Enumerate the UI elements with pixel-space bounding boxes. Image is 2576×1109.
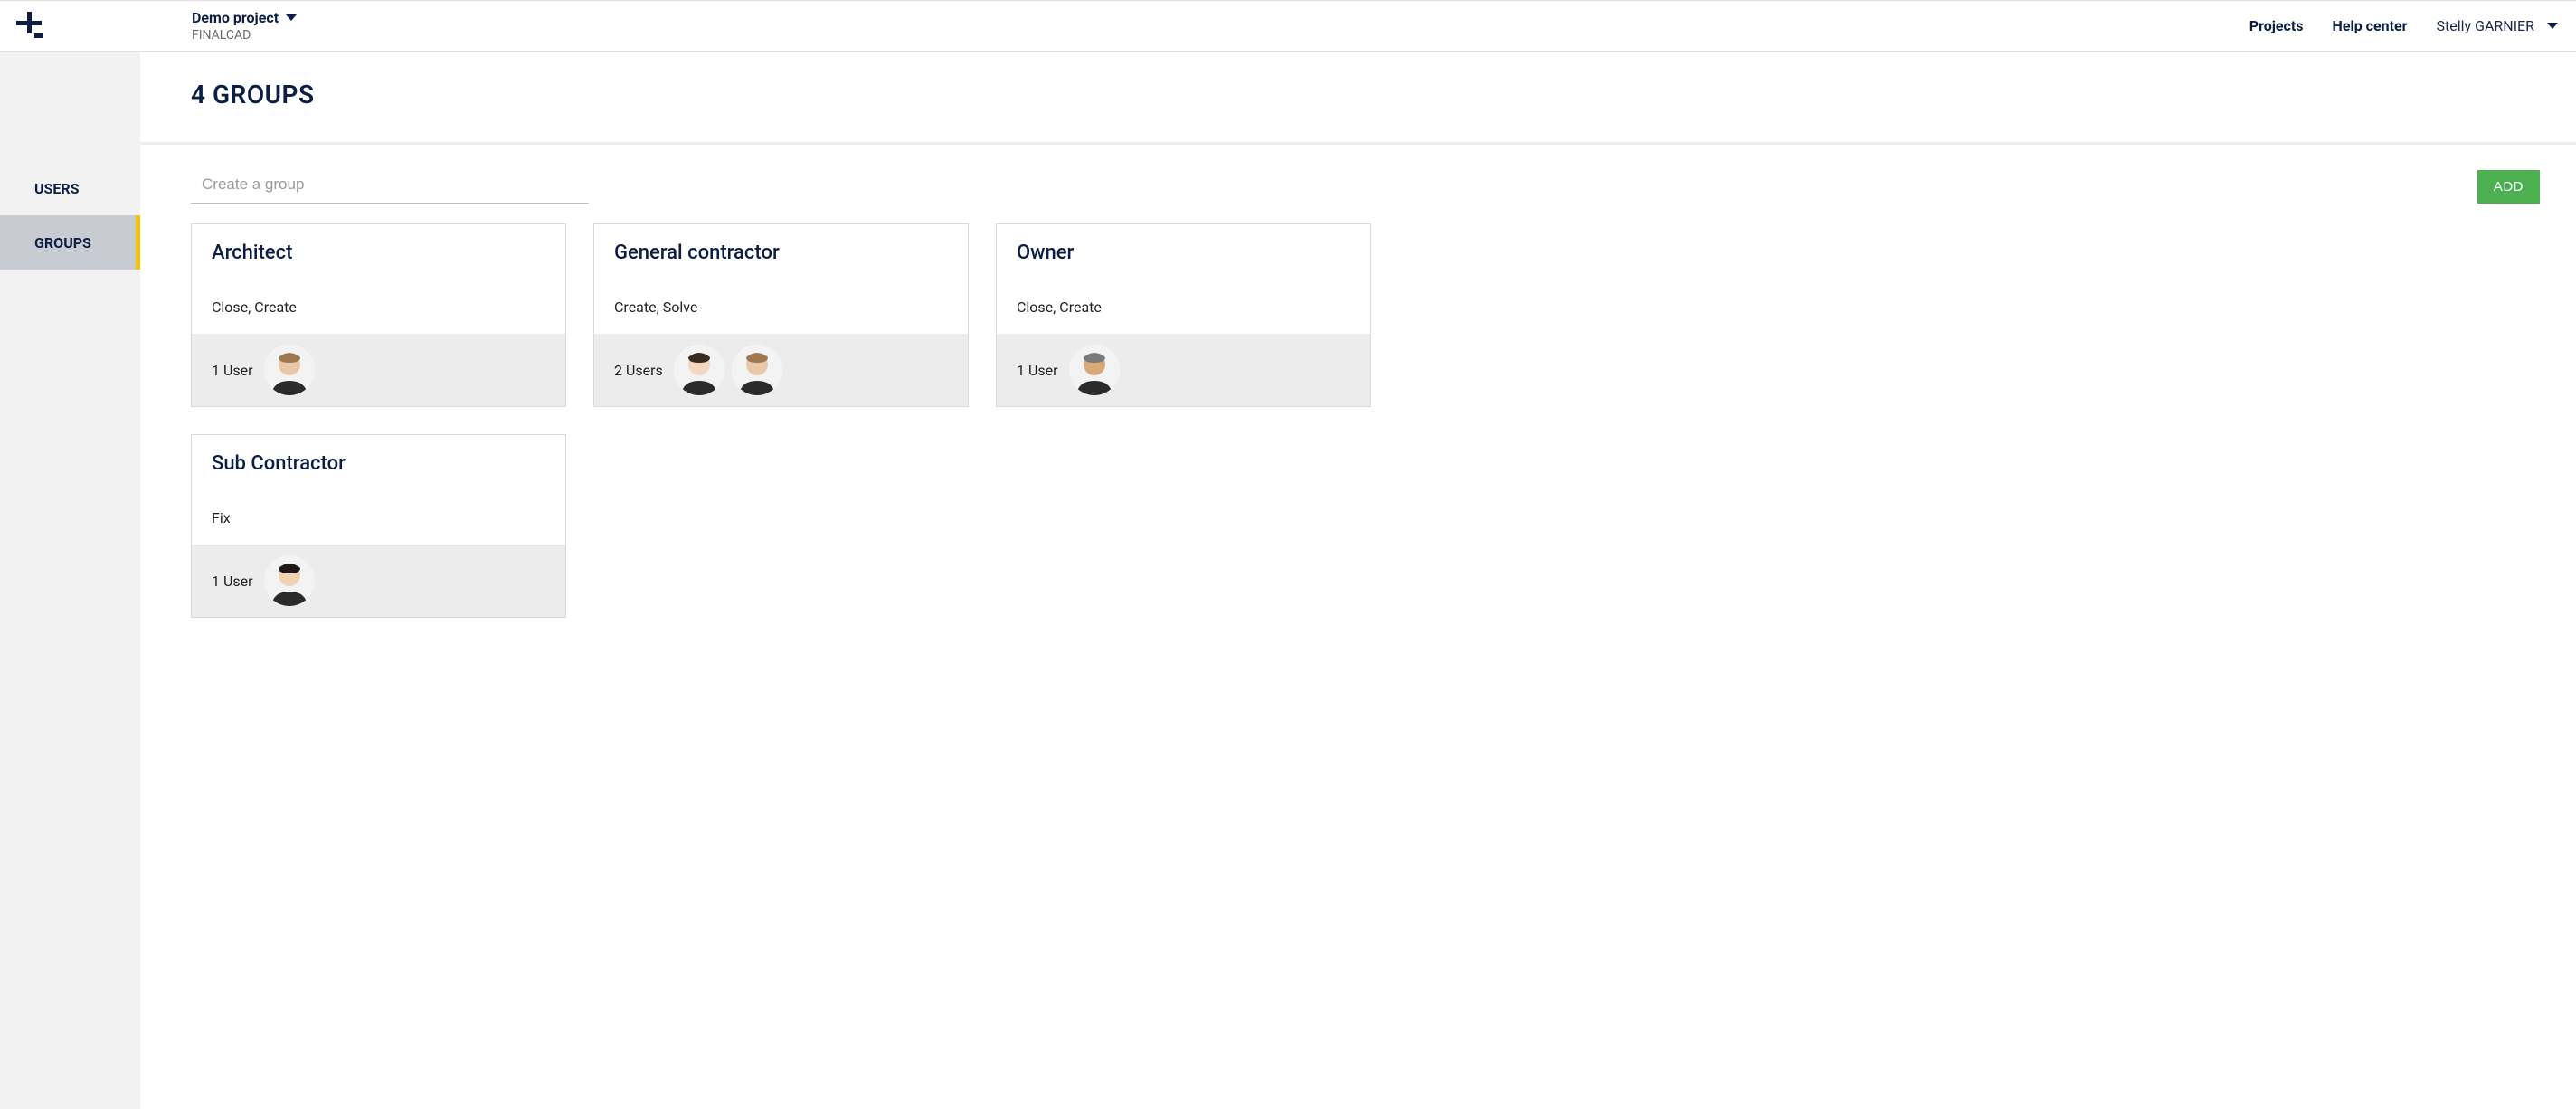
group-card[interactable]: General contractorCreate, Solve 2 Users (593, 223, 969, 407)
group-title: General contractor (594, 224, 968, 264)
group-permissions: Fix (192, 475, 565, 545)
create-group-input[interactable] (191, 170, 589, 204)
sidebar-item-users[interactable]: USERS (0, 161, 140, 215)
avatar (264, 345, 315, 395)
group-title: Owner (997, 224, 1370, 264)
group-permissions: Close, Create (997, 264, 1370, 334)
app-logo-icon (11, 8, 47, 44)
avatar (264, 555, 315, 606)
sidebar-item-groups[interactable]: GROUPS (0, 215, 140, 270)
project-name: Demo project (192, 9, 279, 26)
nav-projects[interactable]: Projects (2249, 17, 2304, 34)
group-footer: 1 User (192, 334, 565, 406)
group-card[interactable]: OwnerClose, Create 1 User (996, 223, 1371, 407)
group-permissions: Close, Create (192, 264, 565, 334)
group-title: Sub Contractor (192, 435, 565, 475)
page-title: 4 GROUPS (191, 80, 2576, 109)
group-footer: 1 User (192, 545, 565, 617)
chevron-down-icon (2547, 23, 2558, 29)
group-user-count: 1 User (212, 362, 253, 379)
nav-help-center[interactable]: Help center (2333, 17, 2408, 34)
group-card[interactable]: Sub ContractorFix 1 User (191, 434, 566, 618)
add-button[interactable]: ADD (2477, 170, 2540, 204)
avatar (732, 345, 782, 395)
group-user-count: 2 Users (614, 362, 663, 379)
group-user-count: 1 User (1017, 362, 1058, 379)
group-card[interactable]: ArchitectClose, Create 1 User (191, 223, 566, 407)
user-name: Stelly GARNIER (2437, 17, 2534, 34)
chevron-down-icon (286, 14, 297, 21)
group-footer: 1 User (997, 334, 1370, 406)
group-footer: 2 Users (594, 334, 968, 406)
avatar (674, 345, 724, 395)
group-user-count: 1 User (212, 573, 253, 590)
user-menu[interactable]: Stelly GARNIER (2437, 17, 2558, 34)
group-title: Architect (192, 224, 565, 264)
sidebar: USERS GROUPS (0, 52, 140, 1109)
group-permissions: Create, Solve (594, 264, 968, 334)
page-header: 4 GROUPS (140, 52, 2576, 145)
avatar (1069, 345, 1120, 395)
project-switcher[interactable]: Demo project (192, 9, 297, 26)
org-name: FINALCAD (192, 28, 297, 43)
top-bar: Demo project FINALCAD Projects Help cent… (0, 0, 2576, 52)
